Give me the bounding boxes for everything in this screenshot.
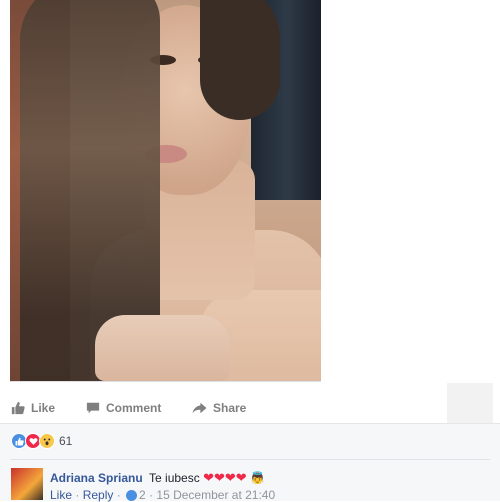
post-photo[interactable]	[10, 0, 321, 382]
reaction-count: 61	[59, 434, 73, 448]
heart-emoji: ❤❤❤❤	[203, 470, 247, 485]
post-actions: Like Comment Share	[0, 393, 500, 423]
reactions-summary[interactable]: 61	[11, 433, 72, 449]
thumbs-up-icon	[11, 401, 25, 415]
like-label: Like	[31, 401, 56, 415]
comment-label: Comment	[106, 401, 162, 415]
comment-author[interactable]: Adriana Sprianu	[50, 471, 143, 485]
photo-hair-right	[200, 0, 280, 120]
emoji-icon: 👼	[250, 471, 265, 485]
divider	[10, 459, 490, 460]
comment-body: Adriana Sprianu Te iubesc ❤❤❤❤ 👼	[50, 470, 265, 486]
share-label: Share	[213, 401, 247, 415]
comment-icon	[86, 402, 100, 414]
like-button[interactable]: Like	[11, 401, 55, 415]
wow-icon	[39, 433, 55, 449]
comment-button[interactable]: Comment	[86, 401, 161, 415]
share-button[interactable]: Share	[192, 401, 246, 415]
photo-hand	[95, 315, 230, 381]
share-icon	[192, 402, 207, 414]
comment-text: Te iubesc	[149, 471, 200, 485]
avatar[interactable]	[11, 468, 43, 500]
